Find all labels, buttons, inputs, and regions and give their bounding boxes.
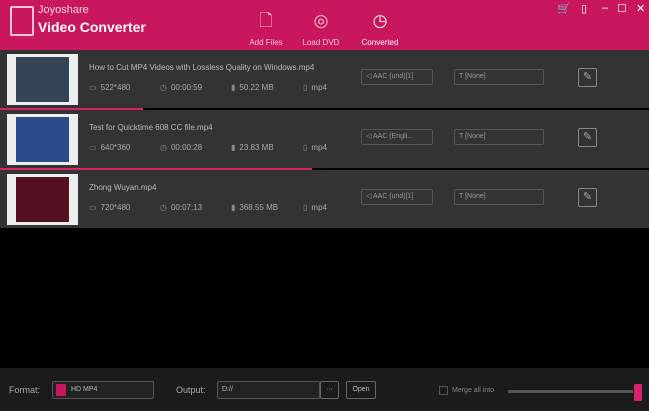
resolution-value: 640*360	[100, 143, 131, 152]
converted-label: Converted	[361, 38, 399, 47]
format-value: HD MP4	[71, 386, 98, 393]
monitor-icon: ▭	[89, 203, 97, 212]
resolution: ▭ 640*360	[89, 143, 130, 152]
logo-icon	[10, 6, 34, 36]
converted-button[interactable]: ◷ Converted	[350, 10, 410, 47]
size-value: 23.83 MB	[239, 143, 274, 152]
audio-track-select[interactable]: ◁ AAC (und)[1]	[361, 189, 433, 205]
dvd-icon: ◎	[313, 11, 329, 30]
audio-track-select[interactable]: ◁ AAC (Engli...	[361, 129, 433, 145]
resolution-value: 522*480	[100, 83, 131, 92]
output-path-input[interactable]: D://	[217, 381, 320, 399]
duration: ◷ 00:07:13	[160, 203, 202, 212]
speaker-icon: ◁	[366, 133, 373, 140]
format-value: mp4	[311, 83, 327, 92]
edit-icon[interactable]: ✎	[578, 128, 597, 147]
format-icon: ▯	[303, 143, 308, 152]
title-bar: Joyoshare Video Converter 🗋 Add Files ◎ Lo…	[0, 0, 649, 50]
edit-icon[interactable]: ✎	[578, 68, 597, 87]
duration-value: 00:00:59	[170, 83, 203, 92]
load-dvd-label: Load DVD	[302, 38, 340, 47]
format-label: Format:	[9, 385, 41, 395]
resolution: ▭ 522*480	[89, 83, 130, 92]
output-label: Output:	[176, 385, 206, 395]
format-value: mp4	[311, 143, 327, 152]
file-icon: ▮	[231, 83, 236, 92]
file-row[interactable]: How to Cut MP4 Videos with Lossless Qual…	[0, 50, 649, 108]
monitor-icon: ▭	[89, 83, 97, 92]
minimize-icon[interactable]: –	[602, 2, 608, 14]
format: ▯ mp4	[303, 143, 327, 152]
duration: ◷ 00:00:59	[160, 83, 202, 92]
file-icon: ▮	[231, 203, 236, 212]
edit-icon[interactable]: ✎	[578, 188, 597, 207]
size-value: 50.22 MB	[239, 83, 274, 92]
speaker-icon: ◁	[366, 73, 373, 80]
duration-value: 00:07:13	[170, 203, 203, 212]
merge-label: Merge all into	[452, 387, 495, 394]
product-name: Video Converter	[38, 19, 146, 35]
subtitle-value: [None]	[465, 73, 486, 80]
audio-value: AAC (und)[1]	[372, 73, 414, 80]
format: ▯ mp4	[303, 203, 327, 212]
convert-handle[interactable]	[634, 384, 642, 401]
cart-icon[interactable]: 🛒	[557, 2, 571, 15]
duration-value: 00:00:28	[170, 143, 203, 152]
register-icon[interactable]: ▯	[581, 2, 587, 15]
add-files-label: Add Files	[249, 38, 283, 47]
format-icon: ▯	[303, 83, 308, 92]
monitor-icon: ▭	[89, 143, 97, 152]
file-size: ▮ 50.22 MB	[231, 83, 274, 92]
resolution-value: 720*480	[100, 203, 131, 212]
file-name: Zhong Wuyan.mp4	[89, 183, 157, 192]
clock-icon: ◷	[160, 83, 167, 92]
merge-slider-track[interactable]	[508, 390, 633, 393]
subtitle-select[interactable]: T [None]	[454, 129, 544, 145]
resolution: ▭ 720*480	[89, 203, 130, 212]
audio-value: AAC (und)[1]	[372, 193, 414, 200]
subtitle-value: [None]	[465, 193, 486, 200]
subtitle-value: [None]	[465, 133, 486, 140]
duration: ◷ 00:00:28	[160, 143, 202, 152]
file-row[interactable]: Zhong Wuyan.mp4 ▭ 720*480 ◷ 00:07:13 ▮ 368.…	[0, 170, 649, 228]
video-thumbnail	[7, 54, 78, 105]
file-size: ▮ 368.55 MB	[231, 203, 278, 212]
subtitle-select[interactable]: T [None]	[454, 69, 544, 85]
speaker-icon: ◁	[366, 193, 373, 200]
add-file-icon: 🗋	[259, 11, 273, 30]
file-size: ▮ 23.83 MB	[231, 143, 274, 152]
audio-value: AAC (Engli...	[372, 133, 414, 140]
browse-button[interactable]: ···	[320, 381, 339, 399]
subtitle-select[interactable]: T [None]	[454, 189, 544, 205]
clock-icon: ◷	[372, 11, 388, 30]
video-thumbnail	[7, 114, 78, 165]
size-value: 368.55 MB	[239, 203, 279, 212]
load-dvd-button[interactable]: ◎ Load DVD	[291, 10, 351, 47]
format-select[interactable]: HD MP4	[52, 381, 154, 399]
audio-track-select[interactable]: ◁ AAC (und)[1]	[361, 69, 433, 85]
file-row[interactable]: Test for Quicktime 608 CC file.mp4 ▭ 640*…	[0, 110, 649, 168]
maximize-icon[interactable]: ☐	[617, 2, 627, 15]
format: ▯ mp4	[303, 83, 327, 92]
format-value: mp4	[311, 203, 327, 212]
close-icon[interactable]: ✕	[636, 2, 645, 15]
brand-name: Joyoshare	[38, 4, 89, 16]
merge-checkbox[interactable]	[439, 386, 448, 395]
file-icon: ▮	[231, 143, 236, 152]
clock-icon: ◷	[160, 143, 167, 152]
format-icon: ▯	[303, 203, 308, 212]
add-files-button[interactable]: 🗋 Add Files	[236, 10, 296, 47]
format-icon	[56, 384, 66, 396]
file-name: How to Cut MP4 Videos with Lossless Qual…	[89, 63, 315, 72]
video-thumbnail	[7, 174, 78, 225]
open-button[interactable]: Open	[346, 381, 376, 399]
footer-bar: Format: HD MP4 Output: D:// ··· Open Mer…	[0, 368, 649, 411]
file-name: Test for Quicktime 608 CC file.mp4	[89, 123, 213, 132]
clock-icon: ◷	[160, 203, 167, 212]
